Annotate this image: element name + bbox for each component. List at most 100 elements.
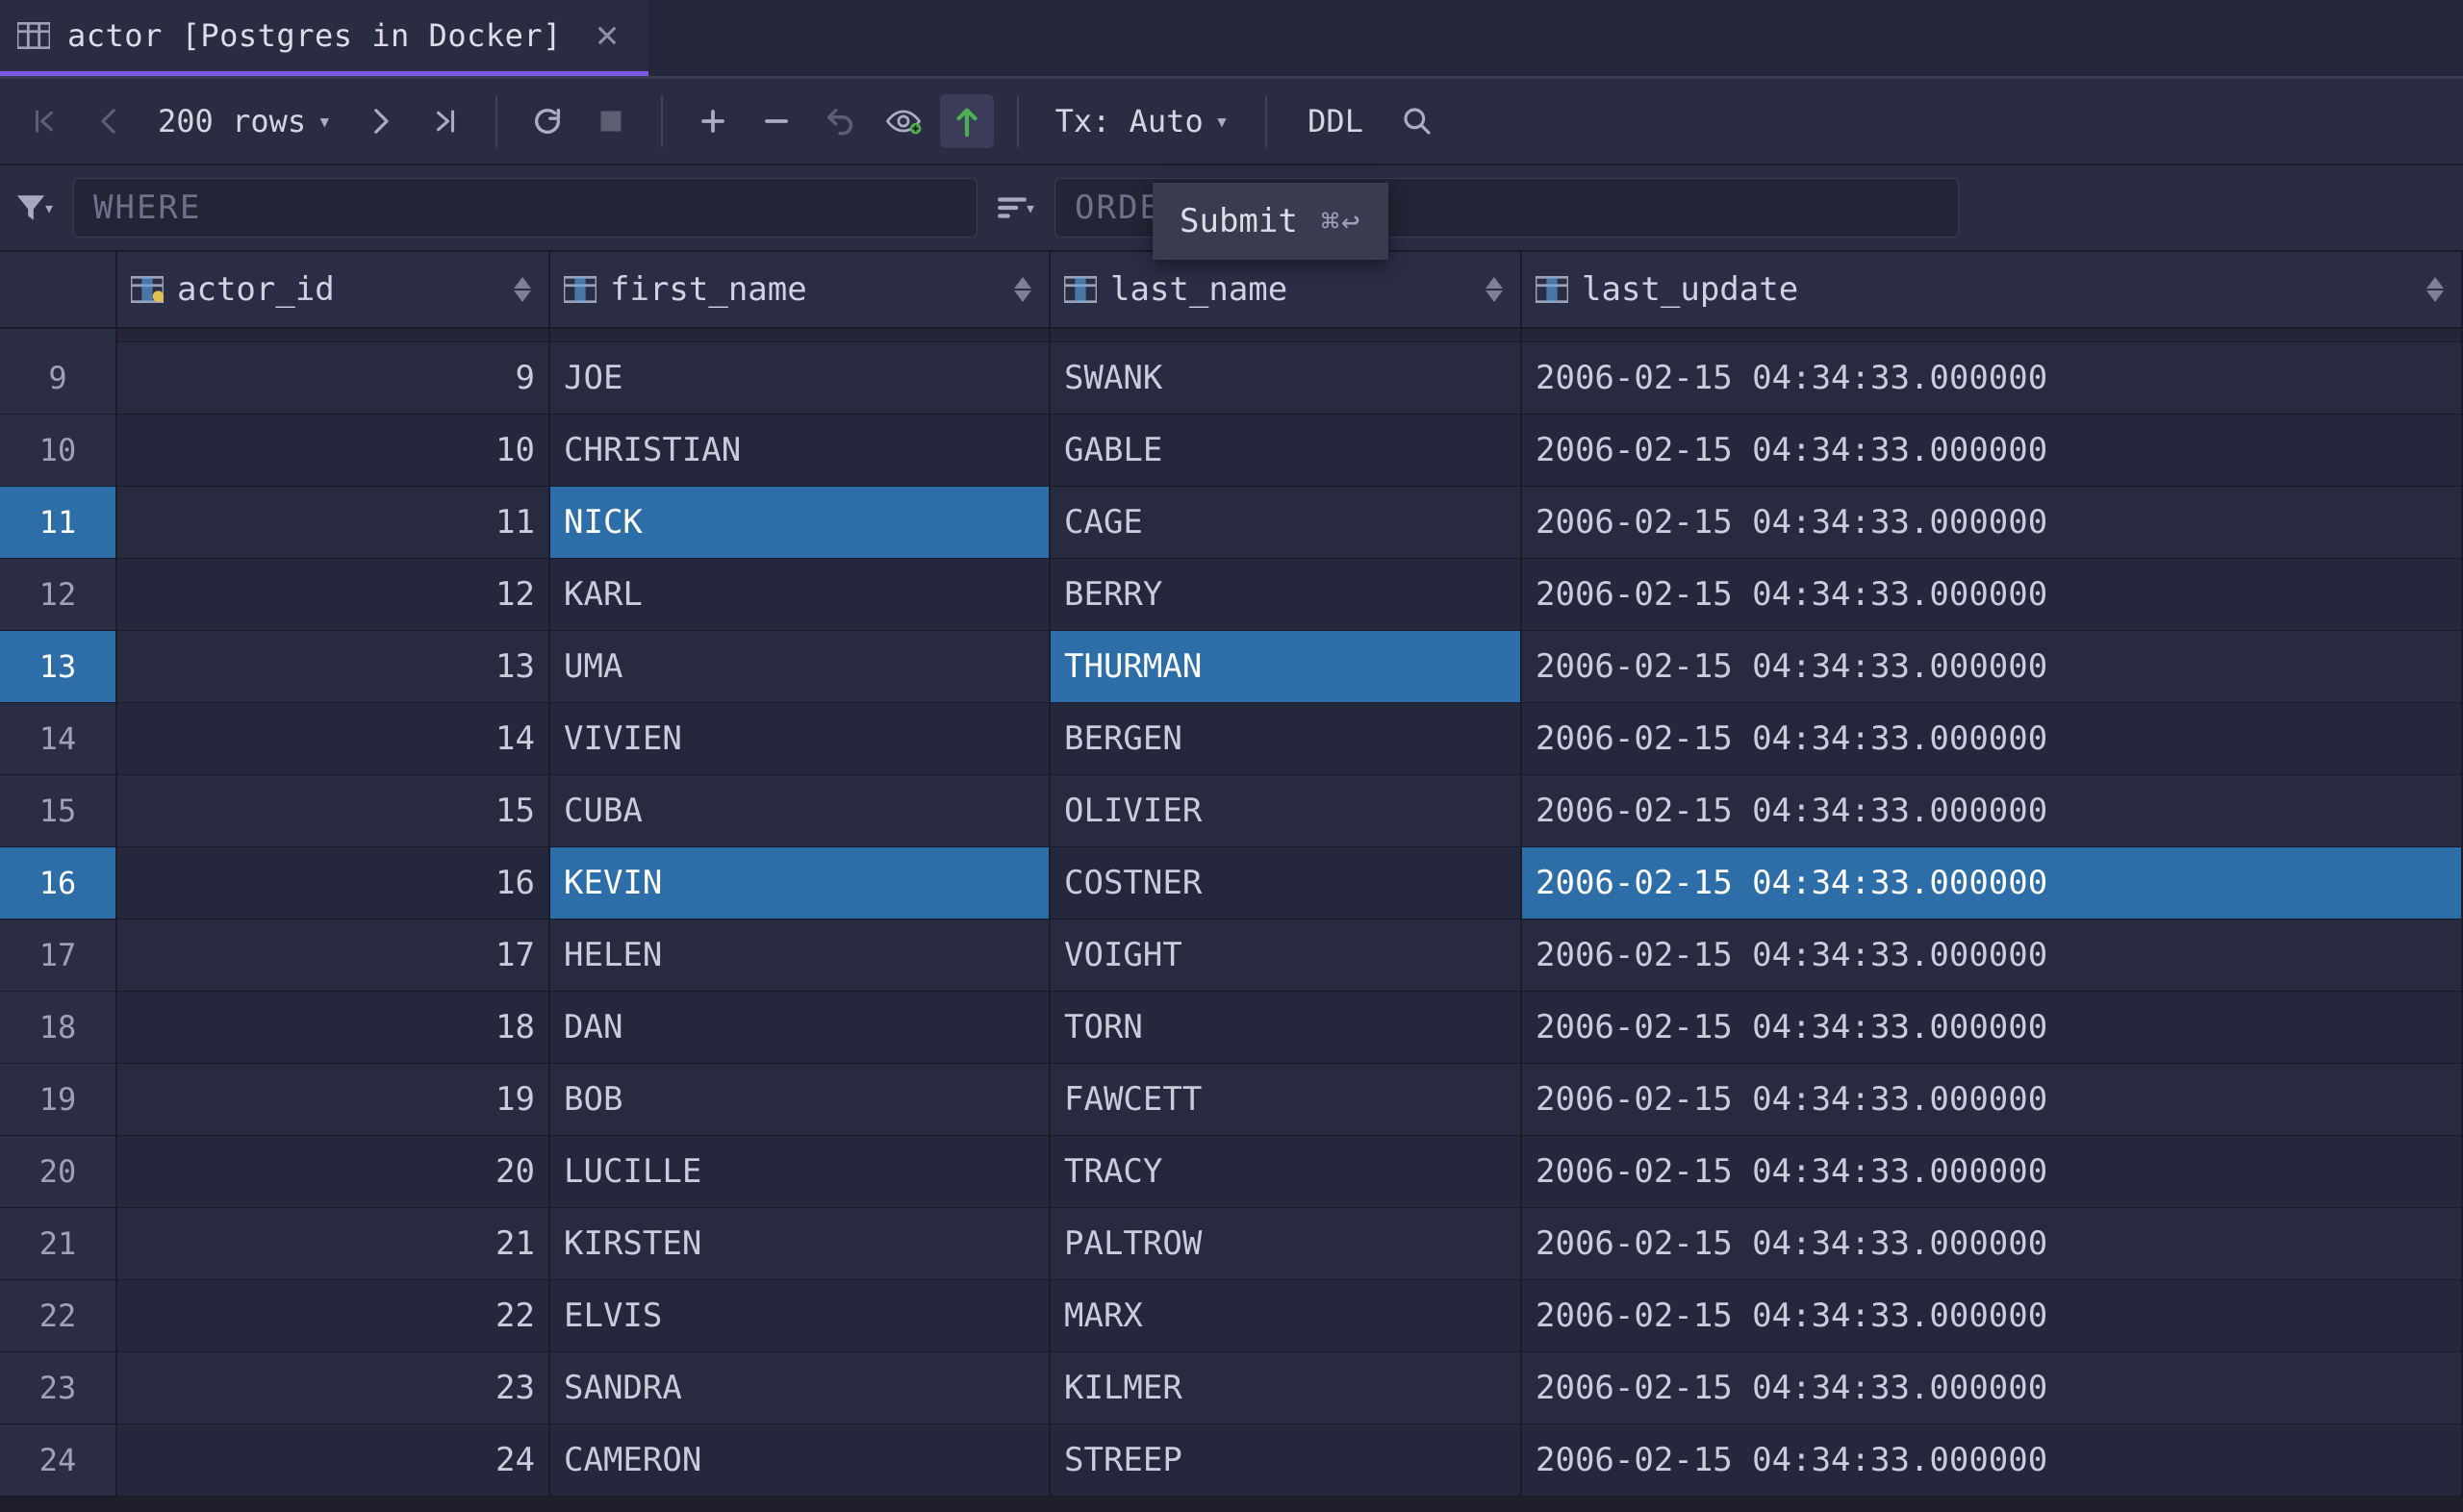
preview-pending-icon[interactable] (876, 94, 930, 148)
cell-last-update[interactable]: 2006-02-15 04:34:33.000000 (1522, 1208, 2463, 1279)
reload-icon[interactable] (521, 94, 574, 148)
row-gutter[interactable]: 21 (0, 1208, 117, 1279)
row-gutter[interactable]: 17 (0, 920, 117, 991)
row-gutter[interactable]: 9 (0, 342, 117, 414)
cell-actor-id[interactable]: 18 (117, 992, 550, 1063)
cell-actor-id[interactable]: 22 (117, 1280, 550, 1351)
close-icon[interactable] (591, 19, 623, 52)
cell-last-name[interactable]: MARX (1051, 1280, 1522, 1351)
cell-last-update[interactable]: 2006-02-15 04:34:33.000000 (1522, 1136, 2463, 1207)
gutter-header[interactable] (0, 252, 117, 327)
cell-last-name[interactable]: STREEP (1051, 1424, 1522, 1496)
cell-actor-id[interactable]: 19 (117, 1064, 550, 1135)
cell-last-name[interactable]: CAGE (1051, 487, 1522, 558)
cell-last-update[interactable]: 2006-02-15 04:34:33.000000 (1522, 703, 2463, 774)
row-gutter[interactable]: 23 (0, 1352, 117, 1424)
filter-icon[interactable]: ▾ (13, 187, 56, 229)
row-gutter[interactable]: 16 (0, 847, 117, 919)
cell-last-update[interactable]: 2006-02-15 04:34:33.000000 (1522, 631, 2463, 702)
cell-actor-id[interactable]: 17 (117, 920, 550, 991)
cell-first-name[interactable]: DAN (550, 992, 1051, 1063)
row-gutter[interactable]: 19 (0, 1064, 117, 1135)
next-page-icon[interactable] (355, 94, 409, 148)
search-icon[interactable] (1390, 94, 1444, 148)
row-gutter[interactable]: 11 (0, 487, 117, 558)
cell-actor-id[interactable]: 13 (117, 631, 550, 702)
tab-actor[interactable]: actor [Postgres in Docker] (0, 0, 648, 76)
revert-icon[interactable] (813, 94, 867, 148)
cell-last-update[interactable]: 2006-02-15 04:34:33.000000 (1522, 992, 2463, 1063)
cell-actor-id[interactable]: 24 (117, 1424, 550, 1496)
cell-first-name[interactable]: KARL (550, 559, 1051, 630)
cell-first-name[interactable]: BOB (550, 1064, 1051, 1135)
cell-last-update[interactable]: 2006-02-15 04:34:33.000000 (1522, 342, 2463, 414)
where-input[interactable]: WHERE (73, 178, 978, 238)
cell-first-name[interactable]: HELEN (550, 920, 1051, 991)
row-gutter[interactable]: 18 (0, 992, 117, 1063)
cell-actor-id[interactable]: 12 (117, 559, 550, 630)
prev-page-icon[interactable] (81, 94, 135, 148)
cell-first-name[interactable]: VIVIEN (550, 703, 1051, 774)
ddl-button[interactable]: DDL (1290, 94, 1381, 148)
remove-row-icon[interactable] (749, 94, 803, 148)
cell-actor-id[interactable]: 16 (117, 847, 550, 919)
cell-last-name[interactable]: SWANK (1051, 342, 1522, 414)
cell-last-update[interactable]: 2006-02-15 04:34:33.000000 (1522, 1280, 2463, 1351)
cell-first-name[interactable]: ELVIS (550, 1280, 1051, 1351)
column-header-actor-id[interactable]: actor_id (117, 252, 550, 327)
cell-actor-id[interactable]: 11 (117, 487, 550, 558)
add-row-icon[interactable] (686, 94, 740, 148)
sort-indicator-icon[interactable] (1010, 270, 1035, 309)
cell-last-name[interactable]: OLIVIER (1051, 775, 1522, 846)
cell-first-name[interactable]: CAMERON (550, 1424, 1051, 1496)
row-gutter[interactable]: 15 (0, 775, 117, 846)
cell-last-name[interactable]: BERGEN (1051, 703, 1522, 774)
cell-actor-id[interactable]: 21 (117, 1208, 550, 1279)
cell-last-update[interactable]: 2006-02-15 04:34:33.000000 (1522, 1424, 2463, 1496)
cell-last-name[interactable]: COSTNER (1051, 847, 1522, 919)
column-header-first-name[interactable]: first_name (550, 252, 1051, 327)
cell-last-name[interactable]: TRACY (1051, 1136, 1522, 1207)
last-page-icon[interactable] (419, 94, 472, 148)
cell-first-name[interactable]: SANDRA (550, 1352, 1051, 1424)
sort-indicator-icon[interactable] (2423, 270, 2448, 309)
cell-last-update[interactable]: 2006-02-15 04:34:33.000000 (1522, 487, 2463, 558)
cell-actor-id[interactable]: 20 (117, 1136, 550, 1207)
cell-first-name[interactable]: JOE (550, 342, 1051, 414)
cell-last-update[interactable]: 2006-02-15 04:34:33.000000 (1522, 559, 2463, 630)
cell-first-name[interactable]: LUCILLE (550, 1136, 1051, 1207)
cell-actor-id[interactable]: 9 (117, 342, 550, 414)
cell-last-name[interactable]: PALTROW (1051, 1208, 1522, 1279)
cell-last-name[interactable]: BERRY (1051, 559, 1522, 630)
stop-icon[interactable] (584, 94, 638, 148)
cell-last-update[interactable]: 2006-02-15 04:34:33.000000 (1522, 415, 2463, 486)
first-page-icon[interactable] (17, 94, 71, 148)
column-header-last-update[interactable]: last_update (1522, 252, 2463, 327)
row-gutter[interactable]: 22 (0, 1280, 117, 1351)
cell-last-name[interactable]: TORN (1051, 992, 1522, 1063)
cell-first-name[interactable]: KEVIN (550, 847, 1051, 919)
row-gutter[interactable]: 20 (0, 1136, 117, 1207)
submit-icon[interactable] (940, 94, 994, 148)
row-gutter[interactable]: 14 (0, 703, 117, 774)
cell-first-name[interactable]: UMA (550, 631, 1051, 702)
row-gutter[interactable]: 24 (0, 1424, 117, 1496)
cell-first-name[interactable]: CUBA (550, 775, 1051, 846)
row-gutter[interactable]: 12 (0, 559, 117, 630)
cell-last-update[interactable]: 2006-02-15 04:34:33.000000 (1522, 1352, 2463, 1424)
cell-last-update[interactable]: 2006-02-15 04:34:33.000000 (1522, 847, 2463, 919)
cell-first-name[interactable]: KIRSTEN (550, 1208, 1051, 1279)
cell-last-update[interactable]: 2006-02-15 04:34:33.000000 (1522, 920, 2463, 991)
cell-first-name[interactable]: CHRISTIAN (550, 415, 1051, 486)
cell-last-update[interactable]: 2006-02-15 04:34:33.000000 (1522, 775, 2463, 846)
cell-last-name[interactable]: KILMER (1051, 1352, 1522, 1424)
cell-actor-id[interactable]: 15 (117, 775, 550, 846)
row-gutter[interactable]: 10 (0, 415, 117, 486)
cell-last-name[interactable]: GABLE (1051, 415, 1522, 486)
row-gutter[interactable]: 13 (0, 631, 117, 702)
sort-icon[interactable]: ▾ (995, 187, 1037, 229)
column-header-last-name[interactable]: last_name (1051, 252, 1522, 327)
cell-last-name[interactable]: THURMAN (1051, 631, 1522, 702)
sort-indicator-icon[interactable] (1482, 270, 1507, 309)
cell-last-name[interactable]: FAWCETT (1051, 1064, 1522, 1135)
